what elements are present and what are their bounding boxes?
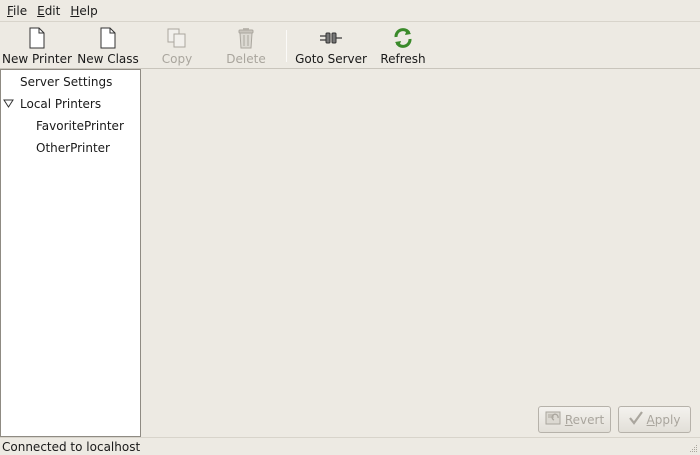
revert-icon: [545, 410, 561, 429]
status-text: Connected to localhost: [2, 440, 141, 454]
new-class-label: New Class: [77, 52, 139, 66]
refresh-label: Refresh: [380, 52, 426, 66]
goto-server-button[interactable]: Goto Server: [295, 23, 367, 69]
menu-file[interactable]: File: [2, 0, 32, 22]
apply-mnemonic: A: [646, 412, 655, 427]
tree-item-otherprinter[interactable]: OtherPrinter: [36, 138, 110, 158]
new-class-button[interactable]: New Class: [77, 23, 139, 69]
connect-icon: [319, 26, 343, 50]
new-document-icon: [96, 26, 120, 50]
menu-file-label: ile: [13, 3, 28, 18]
printer-label: FavoritePrinter: [36, 119, 124, 133]
copy-label: Copy: [161, 52, 193, 66]
printer-label: OtherPrinter: [36, 141, 110, 155]
menu-bar: File Edit Help: [0, 0, 700, 22]
tree-item-local-printers[interactable]: Local Printers: [1, 94, 140, 114]
refresh-icon: [391, 26, 415, 50]
expander-down-icon[interactable]: [3, 99, 14, 109]
copy-button[interactable]: Copy: [155, 23, 199, 69]
copy-icon: [165, 26, 189, 50]
tree-item-server-settings[interactable]: Server Settings: [20, 72, 112, 92]
new-printer-button[interactable]: New Printer: [2, 23, 72, 69]
menu-edit-mnemonic: E: [37, 3, 45, 18]
new-printer-label: New Printer: [2, 52, 72, 66]
delete-button[interactable]: Delete: [224, 23, 268, 69]
revert-mnemonic: R: [564, 412, 573, 427]
menu-help-label: elp: [79, 3, 98, 18]
printer-tree[interactable]: Server Settings Local Printers FavoriteP…: [0, 69, 141, 437]
server-settings-label: Server Settings: [20, 75, 113, 89]
revert-label: evert: [572, 412, 605, 427]
toolbar: New Printer New Class Copy Delete Goto S…: [0, 23, 700, 69]
menu-edit[interactable]: Edit: [32, 0, 65, 22]
delete-label: Delete: [226, 52, 266, 66]
trash-icon: [234, 26, 258, 50]
apply-label: pply: [654, 412, 681, 427]
goto-server-label: Goto Server: [295, 52, 367, 66]
apply-button[interactable]: Apply: [618, 406, 691, 433]
detail-pane: [141, 69, 700, 437]
status-bar: Connected to localhost: [0, 437, 700, 455]
tree-item-favoriteprinter[interactable]: FavoritePrinter: [36, 116, 124, 136]
printer-config-window: File Edit Help New Printer New Class Cop…: [0, 0, 700, 455]
new-document-icon: [25, 26, 49, 50]
resize-grip-icon[interactable]: [688, 443, 698, 453]
local-printers-label: Local Printers: [20, 97, 102, 111]
refresh-button[interactable]: Refresh: [380, 23, 426, 69]
menu-help[interactable]: Help: [65, 0, 102, 22]
revert-button[interactable]: Revert: [538, 406, 611, 433]
checkmark-icon: [628, 411, 643, 428]
toolbar-separator: [286, 30, 287, 62]
menu-edit-label: dit: [44, 3, 61, 18]
